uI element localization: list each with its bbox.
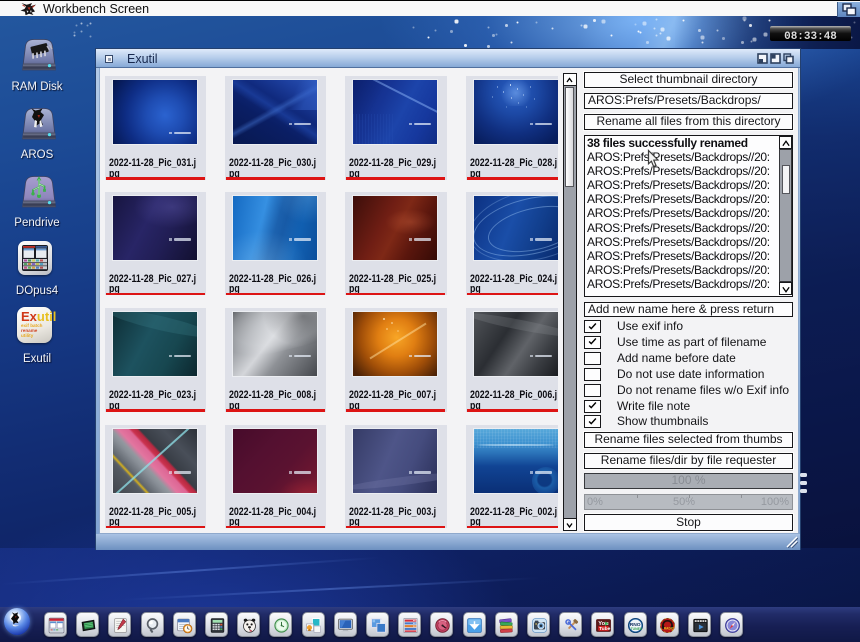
svg-text:utility: utility [21,333,34,338]
svg-text:TUNES: TUNES [631,627,643,631]
svg-text:RADIO: RADIO [664,626,675,630]
svg-text:Tube: Tube [599,625,611,631]
